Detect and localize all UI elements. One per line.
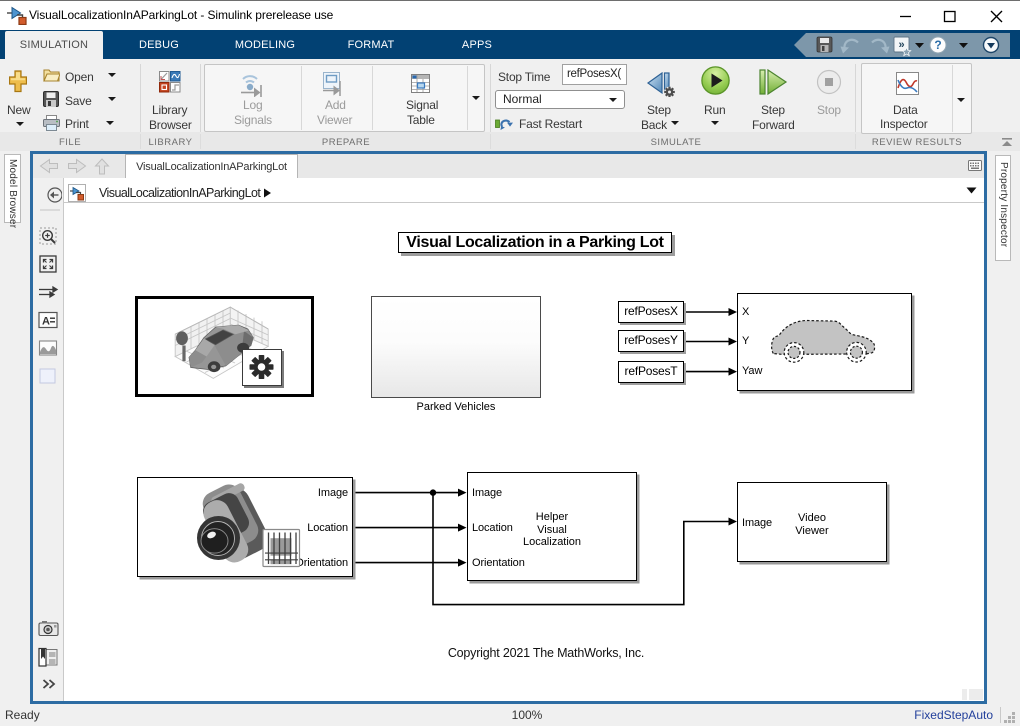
svg-text:?: ? bbox=[934, 38, 941, 52]
svg-text:A: A bbox=[42, 316, 50, 328]
svg-text:»: » bbox=[898, 39, 904, 51]
